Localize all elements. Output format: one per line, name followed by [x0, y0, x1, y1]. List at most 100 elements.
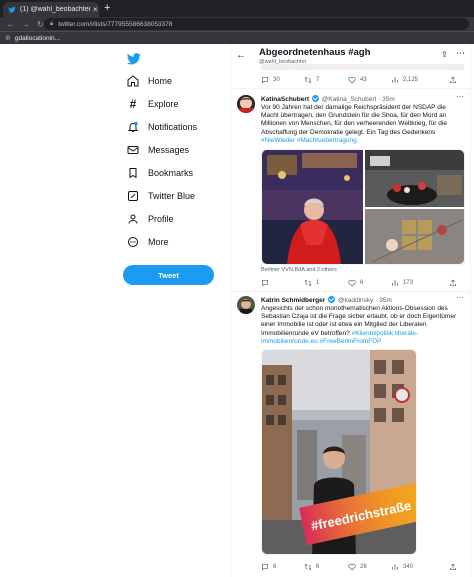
author-handle[interactable]: @Katina_Schubert · 35m: [322, 96, 395, 103]
like-button[interactable]: 6: [348, 279, 363, 287]
hashtag-link[interactable]: #Klientelpolitik: [352, 330, 394, 337]
retweet-icon: [304, 563, 312, 571]
avatar[interactable]: [237, 296, 255, 314]
reply-button[interactable]: 6: [261, 563, 276, 571]
tweet-actions: 6 6 26 340: [231, 562, 470, 572]
retweet-count: 1: [316, 280, 320, 286]
sidebar-item-explore[interactable]: # Explore: [126, 95, 179, 113]
views-icon: [392, 564, 398, 570]
new-tab-button[interactable]: +: [104, 2, 110, 14]
twitter-favicon-icon: [8, 6, 16, 13]
share-tweet-button[interactable]: [449, 563, 461, 571]
bookmark-item[interactable]: gdallocationin...: [15, 35, 60, 42]
avatar[interactable]: [237, 95, 255, 113]
hashtag-link[interactable]: #Machtuebertragung: [297, 137, 357, 144]
browser-tab-strip: (1) @wahl_beobachter/li × +: [0, 0, 474, 17]
sidebar-item-bookmarks[interactable]: Bookmarks: [126, 164, 193, 182]
column-divider: [470, 44, 471, 577]
avatar-image: [237, 296, 255, 314]
heart-icon: [348, 76, 356, 84]
reload-icon[interactable]: ↻: [37, 20, 44, 29]
views-button[interactable]: 173: [391, 279, 413, 287]
share-icon[interactable]: ⇪: [441, 50, 448, 59]
tweet-body: Vor 90 Jahren hat der damalige Reichsprä…: [261, 104, 447, 136]
bookmarks-bar: ⊕ gdallocationin...: [0, 31, 474, 44]
tab-title: (1) @wahl_beobachter/li: [20, 6, 90, 13]
view-count: 173: [403, 280, 414, 286]
tweet-photos: [262, 150, 464, 264]
browser-tab[interactable]: (1) @wahl_beobachter/li ×: [3, 2, 99, 17]
verified-badge-icon: [311, 95, 319, 102]
sidebar-item-profile[interactable]: Profile: [126, 210, 174, 228]
retweet-button[interactable]: 1: [304, 279, 319, 287]
reply-button[interactable]: 30: [261, 76, 280, 84]
timeline: ← Abgeordnetenhaus #agh @wahl_beobachter…: [231, 44, 470, 577]
retweet-count: 6: [316, 564, 320, 570]
lock-icon: 🔒︎: [50, 20, 54, 27]
share-icon: [450, 279, 456, 286]
like-count: 6: [360, 280, 364, 286]
sidebar-item-label: Notifications: [148, 122, 198, 132]
tweet-actions: 30 7 43 2,125: [231, 75, 470, 85]
twitter-blue-icon: [126, 189, 140, 203]
hashtag-link[interactable]: #NieWieder: [261, 137, 295, 144]
tweet-header: Katrin Schmidberger @kaddinsky · 35m: [261, 296, 392, 304]
sidebar-item-label: Twitter Blue: [148, 191, 196, 201]
reply-button[interactable]: [261, 279, 273, 287]
tweet-header: KatinaSchubert @Katina_Schubert · 35m: [261, 95, 395, 103]
home-icon: [126, 74, 140, 88]
avatar-image: [237, 95, 255, 113]
author-name[interactable]: KatinaSchubert: [261, 96, 309, 103]
heart-icon: [348, 279, 356, 287]
like-button[interactable]: 43: [348, 76, 367, 84]
share-icon: [450, 76, 456, 83]
tweet-more-icon[interactable]: ⋯: [456, 293, 464, 302]
author-handle[interactable]: @kaddinsky · 35m: [338, 297, 392, 304]
tweet-more-icon[interactable]: ⋯: [456, 92, 464, 101]
view-count: 2,125: [403, 77, 419, 83]
sidebar-item-twitter-blue[interactable]: Twitter Blue: [126, 187, 195, 205]
back-arrow-icon[interactable]: ←: [236, 50, 246, 61]
share-tweet-button[interactable]: [449, 76, 461, 84]
envelope-icon: [126, 143, 140, 157]
share-icon: [450, 563, 456, 570]
sidebar-item-more[interactable]: More: [126, 233, 169, 251]
views-button[interactable]: 340: [391, 563, 413, 571]
more-options-icon[interactable]: ⋯: [456, 48, 465, 59]
media-tagged-users[interactable]: Berliner VVN-BdA and 2 others: [261, 267, 337, 273]
author-name[interactable]: Katrin Schmidberger: [261, 297, 325, 304]
retweet-icon: [304, 279, 312, 287]
tweet-media-grid[interactable]: [261, 149, 465, 265]
sidebar-item-notifications[interactable]: Notifications: [126, 118, 197, 136]
sidebar-item-label: Home: [148, 76, 173, 86]
more-circle-icon: [126, 235, 140, 249]
share-tweet-button[interactable]: [449, 279, 461, 287]
address-bar-url: twitter.com/i/lists/777955586638053378: [58, 20, 173, 28]
tweet-text: Angesichts der schon monothematischen Ak…: [261, 305, 464, 346]
verified-badge-icon: [328, 296, 336, 303]
retweet-button[interactable]: 7: [304, 76, 319, 84]
bookmark-icon: [126, 166, 140, 180]
tweet-photo: #freedrichstraße: [262, 350, 416, 554]
tweet-button[interactable]: Tweet: [123, 265, 214, 285]
person-icon: [126, 212, 140, 226]
sidebar-item-label: Messages: [148, 145, 190, 155]
retweet-button[interactable]: 6: [304, 563, 319, 571]
twitter-logo-icon[interactable]: [127, 53, 141, 65]
tab-close-icon[interactable]: ×: [93, 5, 98, 14]
sidebar-item-label: Explore: [148, 99, 179, 109]
hashtag-link[interactable]: #FreeBerlinFromFDP: [320, 338, 382, 345]
page-title: Abgeordnetenhaus #agh: [259, 47, 371, 58]
retweet-count: 7: [316, 77, 320, 83]
bell-icon: [126, 120, 140, 134]
like-count: 43: [360, 77, 367, 83]
back-nav-icon[interactable]: ←: [7, 20, 15, 29]
views-button[interactable]: 2,125: [391, 76, 418, 84]
list-header: ← Abgeordnetenhaus #agh @wahl_beobachter…: [231, 44, 470, 70]
like-button[interactable]: 26: [348, 563, 367, 571]
tweet-media[interactable]: #freedrichstraße: [261, 349, 417, 555]
sidebar-item-home[interactable]: Home: [126, 72, 172, 90]
sidebar-item-messages[interactable]: Messages: [126, 141, 189, 159]
address-bar[interactable]: 🔒︎ twitter.com/i/lists/77795558663805337…: [44, 18, 469, 30]
forward-nav-icon[interactable]: →: [22, 20, 30, 29]
